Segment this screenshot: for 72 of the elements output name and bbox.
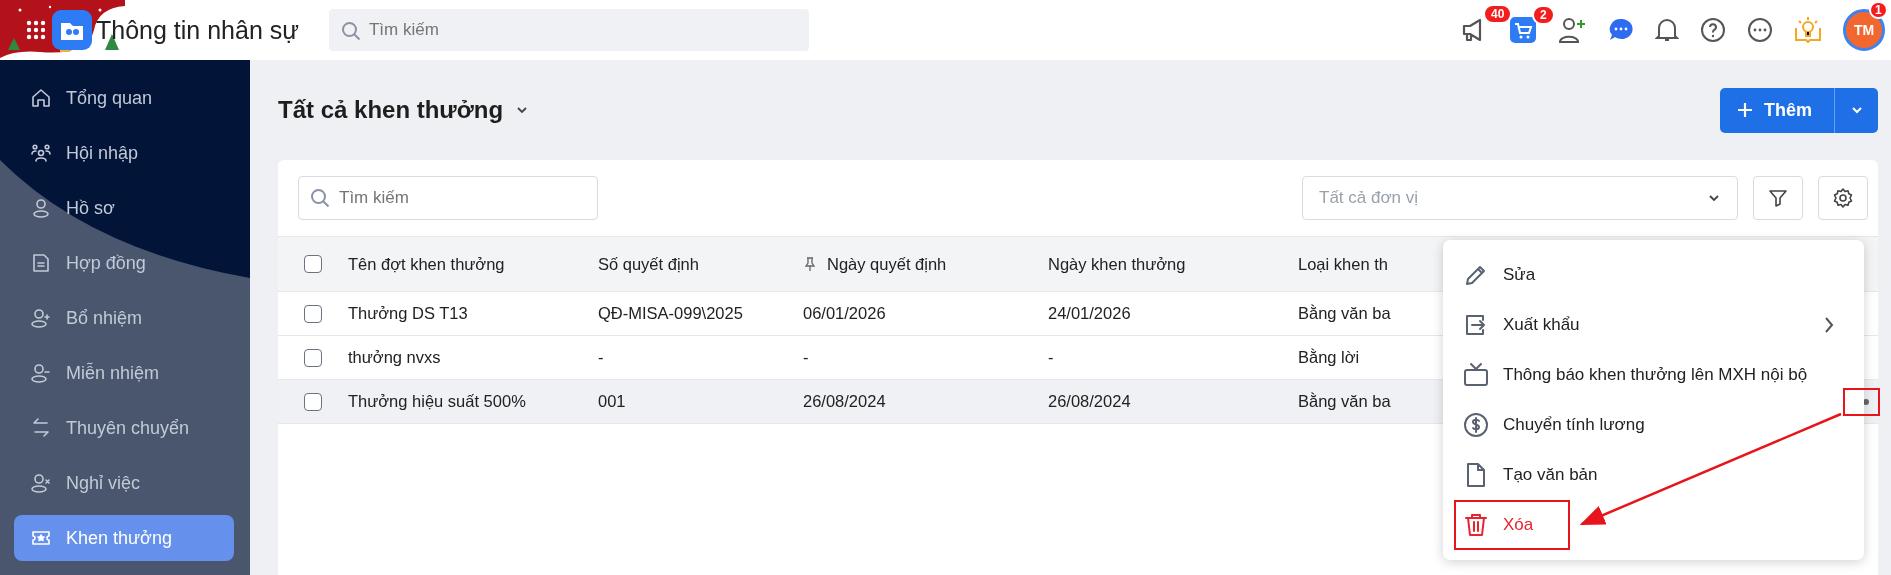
help-icon[interactable] [1700, 17, 1726, 43]
select-all-checkbox[interactable] [304, 255, 322, 273]
table-cell: Bằng lời [1298, 348, 1360, 367]
apps-grid-icon[interactable] [26, 20, 46, 40]
table-cell: 06/01/2026 [803, 304, 886, 323]
notification-badge: 2 [1532, 5, 1555, 25]
search-field[interactable]: Tìm kiếm [298, 176, 598, 220]
app-logo-icon [52, 10, 92, 50]
team-icon [30, 142, 52, 164]
search-field[interactable]: Tìm kiếm [329, 9, 809, 51]
menu-item[interactable]: Tạo văn bản [1443, 450, 1864, 500]
highlight-box [1843, 388, 1880, 416]
notification-badge: 1 [1869, 1, 1888, 19]
cart-icon[interactable] [1510, 17, 1536, 43]
row-checkbox[interactable] [304, 304, 322, 323]
table-cell: 24/01/2026 [1048, 304, 1131, 323]
add-dropdown-button[interactable] [1834, 87, 1878, 133]
person-add-icon [30, 307, 52, 329]
filter-button[interactable] [1753, 176, 1803, 220]
table-cell: 001 [598, 392, 626, 411]
column-header[interactable]: Loại khen th [1298, 254, 1388, 274]
table-cell: 26/08/2024 [1048, 392, 1131, 411]
document-icon [30, 252, 52, 274]
table-cell: QĐ-MISA-099\2025 [598, 304, 743, 323]
user-add-icon[interactable] [1557, 16, 1587, 44]
sidebar-item[interactable]: Bổ nhiệm [14, 295, 234, 341]
table-cell: Bằng văn ba [1298, 392, 1391, 411]
column-header[interactable]: Số quyết định [598, 254, 699, 274]
chat-icon[interactable] [1608, 17, 1634, 43]
add-button[interactable]: Thêm [1720, 87, 1834, 133]
sidebar-item[interactable]: Tổng quan [14, 75, 234, 121]
table-cell: Thưởng DS T13 [348, 304, 468, 323]
menu-item[interactable]: Xóa [1443, 500, 1864, 550]
notification-badge: 40 [1483, 4, 1513, 24]
sidebar-item[interactable]: Miễn nhiệm [14, 350, 234, 396]
table-cell: thưởng nvxs [348, 348, 441, 367]
app-title: Thông tin nhân sự [96, 15, 299, 45]
filter-icon [1768, 188, 1788, 208]
tv-icon [1463, 362, 1489, 388]
sidebar-item[interactable]: Hội nhập [14, 130, 234, 176]
table-cell: Bằng văn ba [1298, 304, 1391, 323]
column-header[interactable]: Ngày khen thưởng [1048, 254, 1186, 274]
table-cell: - [803, 348, 809, 367]
pin-icon[interactable] [803, 257, 817, 271]
page-title: Tất cả khen thưởng [278, 96, 504, 124]
transfer-icon [30, 417, 52, 439]
row-checkbox[interactable] [304, 392, 322, 411]
settings-icon [1832, 187, 1854, 209]
table-cell: - [598, 348, 604, 367]
sidebar-item[interactable]: Hợp đồng [14, 240, 234, 286]
person-icon [30, 197, 52, 219]
settings-button[interactable] [1818, 176, 1868, 220]
bell-icon[interactable] [1655, 17, 1679, 43]
sidebar-item[interactable]: Nghỉ việc [14, 460, 234, 506]
person-remove-icon [30, 362, 52, 384]
search-icon [310, 188, 330, 208]
table-cell: Thưởng hiệu suất 500% [348, 392, 526, 411]
column-header[interactable]: Tên đợt khen thưởng [348, 254, 505, 274]
column-header[interactable]: Ngày quyết định [827, 254, 947, 274]
plus-icon [1736, 101, 1754, 119]
table-cell: 26/08/2024 [803, 392, 886, 411]
chevron-right-icon [1822, 316, 1836, 334]
dollar-icon [1463, 412, 1489, 438]
more-icon[interactable] [1747, 17, 1773, 43]
sidebar-item[interactable]: Thuyên chuyển [14, 405, 234, 451]
row-checkbox[interactable] [304, 348, 322, 367]
search-icon [341, 21, 361, 41]
sidebar-item[interactable]: Hồ sơ [14, 185, 234, 231]
table-cell: - [1048, 348, 1054, 367]
trash-icon [1463, 512, 1489, 538]
person-x-icon [30, 472, 52, 494]
home-icon [30, 87, 52, 109]
